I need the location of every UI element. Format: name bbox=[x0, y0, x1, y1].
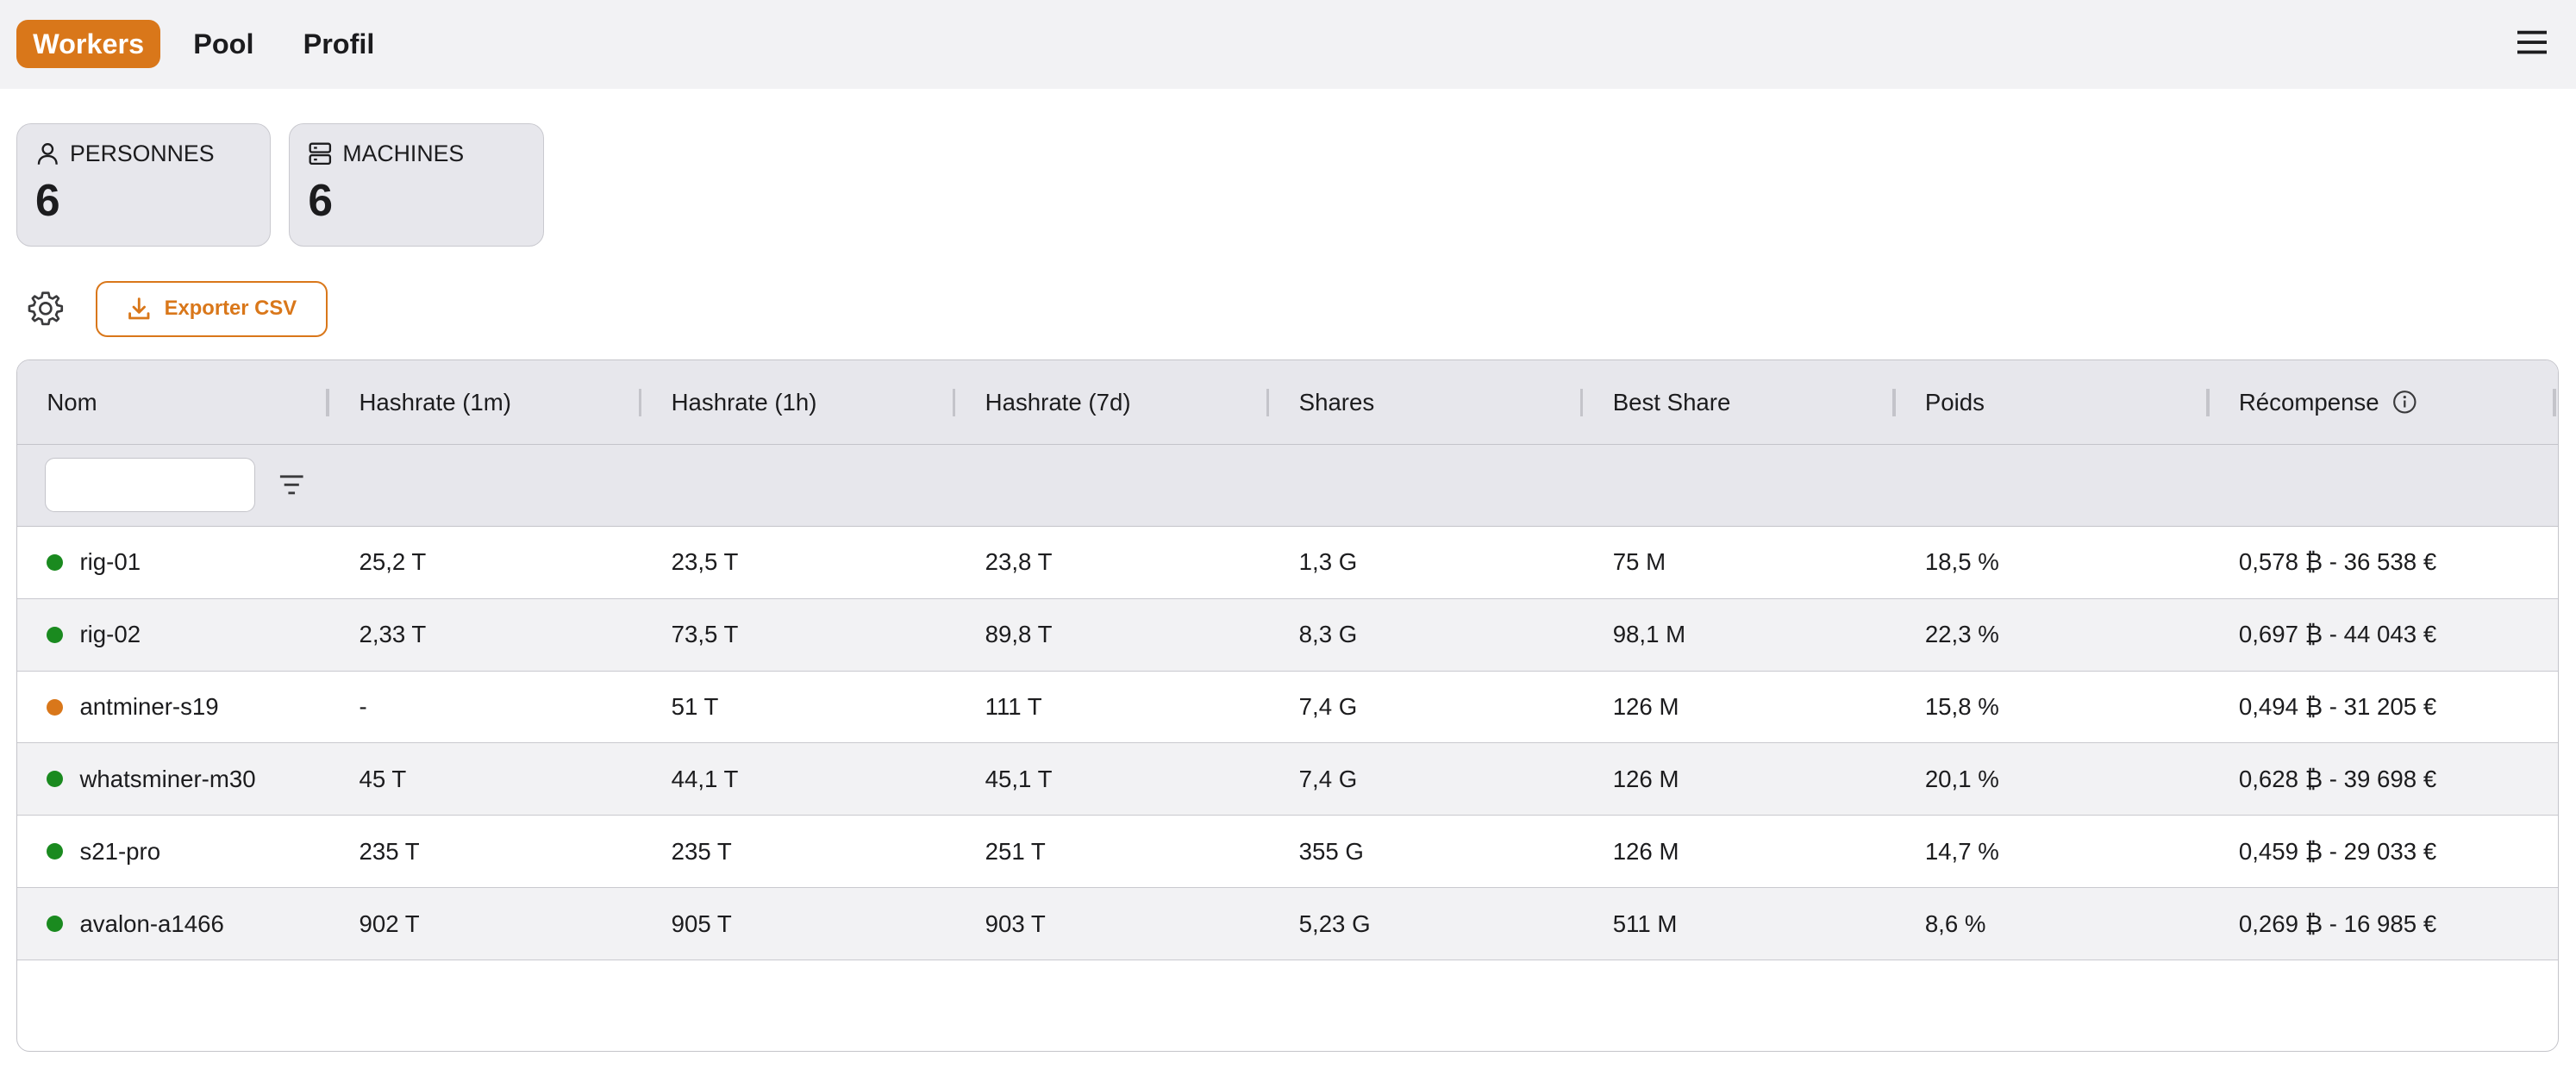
hashrate-1h-cell: 73,5 T bbox=[671, 621, 739, 648]
toolbar: Exporter CSV bbox=[0, 247, 2576, 337]
reward-cell: 0,697 ₿ - 44 043 € bbox=[2238, 621, 2437, 648]
info-icon[interactable] bbox=[2392, 390, 2417, 415]
column-header-weight[interactable]: Poids bbox=[1896, 360, 2210, 443]
table-row[interactable]: rig-02 2,33 T 73,5 T 89,8 T 8,3 G 98,1 M… bbox=[17, 598, 2558, 672]
column-header-hashrate-1m[interactable]: Hashrate (1m) bbox=[329, 360, 642, 443]
reward-cell: 0,628 ₿ - 39 698 € bbox=[2238, 765, 2437, 792]
best-share-cell: 75 M bbox=[1612, 548, 1666, 576]
name-filter-input[interactable] bbox=[45, 458, 256, 513]
table-row[interactable]: whatsminer-m30 45 T 44,1 T 45,1 T 7,4 G … bbox=[17, 743, 2558, 816]
hashrate-7d-cell: 111 T bbox=[985, 693, 1042, 721]
hashrate-1m-cell: 902 T bbox=[359, 910, 420, 937]
workers-table: Nom Hashrate (1m) Hashrate (1h) Hashrate… bbox=[16, 359, 2559, 1052]
weight-cell: 8,6 % bbox=[1924, 910, 1986, 937]
table-header: Nom Hashrate (1m) Hashrate (1h) Hashrate… bbox=[17, 360, 2558, 445]
status-online-dot bbox=[47, 553, 64, 571]
hashrate-1h-cell: 235 T bbox=[671, 837, 732, 865]
top-nav-bar: Workers Pool Profil bbox=[0, 0, 2576, 89]
table-row[interactable]: s21-pro 235 T 235 T 251 T 355 G 126 M 14… bbox=[17, 816, 2558, 889]
hashrate-1m-cell: 235 T bbox=[359, 837, 420, 865]
hashrate-7d-cell: 251 T bbox=[985, 837, 1046, 865]
shares-cell: 7,4 G bbox=[1298, 765, 1358, 792]
hamburger-menu-icon[interactable] bbox=[2517, 26, 2548, 59]
worker-name: rig-01 bbox=[79, 548, 141, 576]
weight-cell: 15,8 % bbox=[1924, 693, 1999, 721]
column-header-shares[interactable]: Shares bbox=[1269, 360, 1584, 443]
worker-name: avalon-a1466 bbox=[79, 910, 224, 937]
shares-cell: 8,3 G bbox=[1298, 621, 1358, 648]
weight-cell: 14,7 % bbox=[1924, 837, 1999, 865]
shares-cell: 5,23 G bbox=[1298, 910, 1371, 937]
hashrate-1m-cell: - bbox=[359, 693, 367, 721]
table-row[interactable]: avalon-a1466 902 T 905 T 903 T 5,23 G 51… bbox=[17, 888, 2558, 961]
filter-icon[interactable] bbox=[278, 473, 304, 497]
worker-name: antminer-s19 bbox=[79, 693, 219, 721]
column-header-name[interactable]: Nom bbox=[17, 360, 330, 443]
hashrate-7d-cell: 903 T bbox=[985, 910, 1046, 937]
status-online-dot bbox=[47, 771, 64, 788]
machines-label: MACHINES bbox=[342, 140, 465, 166]
gear-icon[interactable] bbox=[26, 289, 66, 328]
export-csv-label: Exporter CSV bbox=[164, 297, 297, 321]
best-share-cell: 98,1 M bbox=[1612, 621, 1686, 648]
table-row[interactable]: rig-01 25,2 T 23,5 T 23,8 T 1,3 G 75 M 1… bbox=[17, 527, 2558, 599]
worker-name: whatsminer-m30 bbox=[79, 765, 256, 792]
persons-label: PERSONNES bbox=[70, 140, 215, 166]
column-header-hashrate-7d[interactable]: Hashrate (7d) bbox=[955, 360, 1270, 443]
hashrate-1m-cell: 45 T bbox=[359, 765, 407, 792]
column-header-hashrate-1h[interactable]: Hashrate (1h) bbox=[641, 360, 956, 443]
filter-row bbox=[17, 444, 2558, 527]
reward-cell: 0,459 ₿ - 29 033 € bbox=[2238, 837, 2437, 865]
server-icon bbox=[309, 142, 332, 166]
user-icon bbox=[37, 143, 58, 166]
hashrate-1h-cell: 44,1 T bbox=[671, 765, 739, 792]
hashrate-1h-cell: 23,5 T bbox=[671, 548, 739, 576]
status-warning-dot bbox=[47, 698, 64, 716]
weight-cell: 18,5 % bbox=[1924, 548, 1999, 576]
machines-count: 6 bbox=[308, 174, 333, 225]
shares-cell: 355 G bbox=[1298, 837, 1364, 865]
status-online-dot bbox=[47, 626, 64, 643]
export-csv-button[interactable]: Exporter CSV bbox=[95, 280, 328, 337]
persons-card: PERSONNES 6 bbox=[16, 122, 272, 247]
tab-pool[interactable]: Pool bbox=[177, 20, 270, 68]
reward-cell: 0,269 ₿ - 16 985 € bbox=[2238, 910, 2437, 937]
hashrate-7d-cell: 89,8 T bbox=[985, 621, 1053, 648]
worker-name: s21-pro bbox=[79, 837, 161, 865]
best-share-cell: 126 M bbox=[1612, 765, 1679, 792]
table-row[interactable]: antminer-s19 - 51 T 111 T 7,4 G 126 M 15… bbox=[17, 672, 2558, 744]
reward-cell: 0,578 ₿ - 36 538 € bbox=[2238, 548, 2437, 576]
download-icon bbox=[128, 297, 150, 320]
hashrate-7d-cell: 23,8 T bbox=[985, 548, 1053, 576]
hashrate-1m-cell: 2,33 T bbox=[359, 621, 427, 648]
best-share-cell: 126 M bbox=[1612, 693, 1679, 721]
shares-cell: 1,3 G bbox=[1298, 548, 1358, 576]
machines-card: MACHINES 6 bbox=[289, 122, 544, 247]
worker-name: rig-02 bbox=[79, 621, 141, 648]
hashrate-1h-cell: 905 T bbox=[671, 910, 732, 937]
hashrate-7d-cell: 45,1 T bbox=[985, 765, 1053, 792]
column-header-reward[interactable]: Récompense bbox=[2210, 360, 2556, 443]
hashrate-1h-cell: 51 T bbox=[671, 693, 719, 721]
stats-cards: PERSONNES 6 MACHINES 6 bbox=[0, 89, 2576, 247]
best-share-cell: 511 M bbox=[1612, 910, 1678, 937]
weight-cell: 22,3 % bbox=[1924, 621, 1999, 648]
hashrate-1m-cell: 25,2 T bbox=[359, 548, 427, 576]
reward-cell: 0,494 ₿ - 31 205 € bbox=[2238, 693, 2437, 721]
persons-count: 6 bbox=[35, 174, 60, 225]
best-share-cell: 126 M bbox=[1612, 837, 1679, 865]
column-header-best-share[interactable]: Best Share bbox=[1583, 360, 1896, 443]
shares-cell: 7,4 G bbox=[1298, 693, 1358, 721]
tab-profil[interactable]: Profil bbox=[287, 20, 391, 68]
status-online-dot bbox=[47, 916, 64, 933]
tab-workers[interactable]: Workers bbox=[16, 20, 161, 69]
weight-cell: 20,1 % bbox=[1924, 765, 1999, 792]
status-online-dot bbox=[47, 843, 64, 860]
